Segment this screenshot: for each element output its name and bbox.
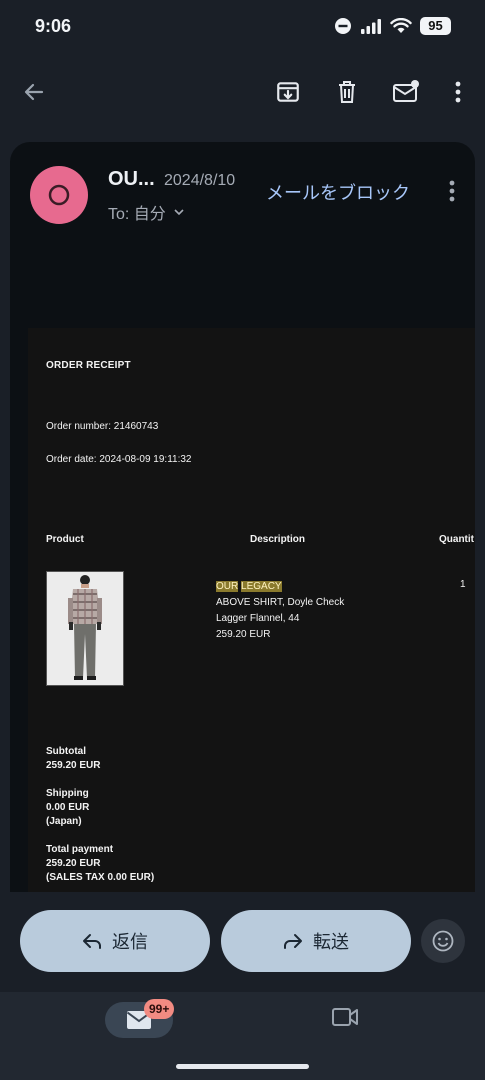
video-camera-icon <box>332 1008 358 1026</box>
subtotal-label: Subtotal <box>46 746 86 757</box>
total-label: Total payment <box>46 844 114 855</box>
emoji-reaction-button[interactable] <box>421 919 465 963</box>
wifi-icon <box>390 18 412 33</box>
chevron-down-icon <box>174 209 184 216</box>
shipping-label: Shipping <box>46 788 89 799</box>
sender-name[interactable]: OU... <box>108 168 155 191</box>
item-price: 259.20 EUR <box>216 629 271 640</box>
status-icons: 95 <box>334 17 451 35</box>
avatar-ring-icon <box>48 184 70 206</box>
reply-button[interactable]: 返信 <box>20 910 210 972</box>
item-quantity: 1 <box>460 579 466 590</box>
forward-button[interactable]: 転送 <box>221 910 411 972</box>
reply-label: 返信 <box>112 932 148 952</box>
forward-icon <box>284 934 302 949</box>
unread-count-badge: 99+ <box>144 999 175 1019</box>
receipt-title: ORDER RECEIPT <box>46 360 131 371</box>
status-bar: 9:06 95 <box>0 0 485 52</box>
reply-actions-bar: 返信 転送 <box>0 892 485 992</box>
email-message: OU... 2024/8/10 To: 自分 メールをブロック ORDER RE… <box>10 142 475 892</box>
shipping-note: (Japan) <box>46 816 82 827</box>
column-header-quantity: Quantit <box>439 534 474 545</box>
item-description: OUR LEGACY ABOVE SHIRT, Doyle Check Lagg… <box>216 579 344 643</box>
arrow-left-icon <box>24 83 44 101</box>
trash-icon <box>339 81 355 103</box>
column-header-product: Product <box>46 534 84 545</box>
product-model-photo <box>47 572 123 685</box>
column-header-description: Description <box>250 534 306 545</box>
item-variant: Lagger Flannel, 44 <box>216 613 300 624</box>
subtotal-value: 259.20 EUR <box>46 760 101 771</box>
archive-button[interactable] <box>270 74 306 110</box>
order-number: Order number: 21460743 <box>46 421 159 432</box>
top-toolbar <box>0 52 485 134</box>
shipping-value: 0.00 EUR <box>46 802 90 813</box>
more-options-button[interactable] <box>440 74 476 110</box>
recipient-toggle[interactable]: To: 自分 <box>108 200 186 224</box>
email-date: 2024/8/10 <box>164 172 236 189</box>
do-not-disturb-icon <box>335 18 351 34</box>
total-block: Total payment 259.20 EUR (SALES TAX 0.00… <box>46 843 154 885</box>
item-brand-line: OUR LEGACY <box>216 579 344 595</box>
more-vert-icon <box>455 81 461 103</box>
back-button[interactable] <box>16 74 52 110</box>
message-more-button[interactable] <box>449 180 455 207</box>
sender-avatar[interactable] <box>30 166 88 224</box>
home-indicator[interactable] <box>176 1064 309 1069</box>
total-value: 259.20 EUR <box>46 858 101 869</box>
status-time: 9:06 <box>35 16 72 36</box>
smiley-icon <box>432 930 454 952</box>
recipient-label: To: 自分 <box>108 206 166 223</box>
order-date: Order date: 2024-08-09 19:11:32 <box>46 454 192 465</box>
total-note: (SALES TAX 0.00 EUR) <box>46 872 155 883</box>
reply-icon <box>83 934 101 949</box>
mark-unread-icon <box>393 80 419 102</box>
subtotal-block: Subtotal 259.20 EUR <box>46 745 100 773</box>
brand-highlight-1: OUR <box>216 581 239 592</box>
block-sender-link[interactable]: メールをブロック <box>266 179 410 205</box>
delete-button[interactable] <box>329 74 365 110</box>
brand-highlight-2: LEGACY <box>241 581 282 592</box>
archive-icon <box>277 82 299 102</box>
product-image[interactable] <box>46 571 124 686</box>
mark-unread-button[interactable] <box>388 74 424 110</box>
item-name: ABOVE SHIRT, Doyle Check <box>216 597 345 608</box>
tab-meet[interactable] <box>331 1006 359 1033</box>
battery-indicator: 95 <box>420 17 451 35</box>
shipping-block: Shipping 0.00 EUR (Japan) <box>46 787 89 829</box>
order-receipt: ORDER RECEIPT Order number: 21460743 Ord… <box>28 328 475 892</box>
more-vert-icon <box>449 180 455 202</box>
forward-label: 転送 <box>313 932 349 952</box>
signal-icon <box>361 19 381 34</box>
bottom-navigation: 99+ <box>0 992 485 1080</box>
